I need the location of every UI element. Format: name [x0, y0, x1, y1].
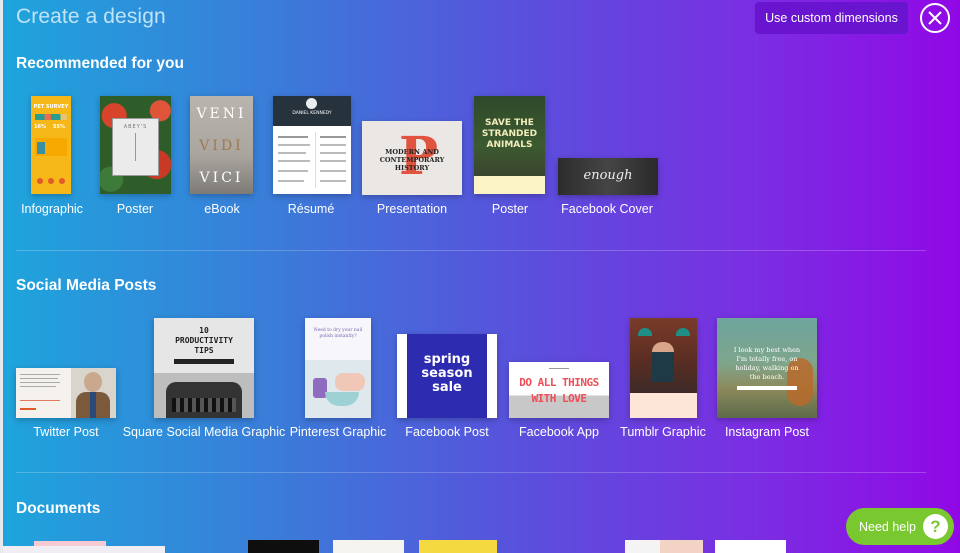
section-divider	[16, 250, 926, 251]
use-custom-dimensions-button[interactable]: Use custom dimensions	[755, 2, 908, 34]
thumb-text: enough	[583, 168, 633, 183]
instagram-thumbnail: I look my best when I'm totally free, on…	[717, 318, 817, 418]
design-item-label: Facebook Cover	[561, 202, 653, 216]
design-item-label: Poster	[116, 202, 154, 216]
thumb-text: VICI	[199, 170, 244, 186]
document-thumbnail[interactable]	[419, 540, 497, 553]
thumb-stat: 55%	[53, 124, 65, 130]
pinterest-thumbnail: Need to dry your nail polish instantly?	[305, 318, 371, 418]
thumb-text: Need to dry your nail polish instantly?	[313, 328, 363, 339]
close-button[interactable]	[920, 3, 950, 33]
thumb-text: sale	[432, 380, 462, 395]
section-title-recommended: Recommended for you	[16, 55, 184, 72]
thumb-text: ANIMALS	[486, 140, 533, 150]
poster-thumbnail: ABEY'S	[100, 96, 171, 194]
section-divider	[16, 472, 926, 473]
document-thumbnail[interactable]	[715, 540, 786, 553]
thumb-text: DANIEL KENNEDY	[292, 111, 332, 116]
section-title-social-media: Social Media Posts	[16, 277, 157, 294]
design-item-label: Square Social Media Graphic	[122, 425, 286, 439]
twitter-post-thumbnail	[16, 368, 116, 418]
document-thumbnail[interactable]	[333, 540, 404, 553]
section-title-documents: Documents	[16, 500, 101, 517]
need-help-button[interactable]: Need help ?	[846, 508, 954, 545]
facebook-app-thumbnail: DO ALL THINGS WITH LOVE	[509, 362, 609, 418]
design-item-label: Twitter Post	[33, 425, 99, 439]
thumb-text: STRANDED	[481, 129, 538, 139]
tumblr-thumbnail	[630, 318, 697, 418]
thumb-text: CONTEMPORARY	[379, 156, 445, 164]
need-help-label: Need help	[859, 519, 916, 534]
infographic-thumbnail: PET SURVEY 16% 55%	[31, 96, 71, 194]
thumb-text: spring	[423, 352, 471, 367]
design-item-label: eBook	[204, 202, 240, 216]
page-title: Create a design	[16, 5, 166, 28]
design-item-label: Instagram Post	[724, 425, 810, 439]
facebook-cover-thumbnail: enough	[558, 158, 658, 195]
thumb-text: PET SURVEY	[33, 104, 69, 110]
square-social-thumbnail: 10 PRODUCTIVITY TIPS	[154, 318, 254, 418]
help-question-icon: ?	[923, 514, 948, 539]
design-item-label: Pinterest Graphic	[289, 425, 387, 439]
design-item-label: Poster	[491, 202, 529, 216]
close-icon	[928, 11, 942, 25]
thumb-text: DO ALL THINGS	[519, 376, 599, 389]
thumb-text: the beach.	[749, 373, 785, 381]
thumb-text: MODERN AND	[385, 148, 439, 156]
thumb-text: ABEY'S	[123, 124, 148, 130]
ebook-thumbnail: VENI VIDI VICI	[190, 96, 253, 194]
thumb-text: PRODUCTIVITY	[175, 336, 233, 345]
poster-thumbnail: SAVE THE STRANDED ANIMALS	[474, 96, 545, 194]
thumb-text: VENI	[196, 106, 247, 122]
design-item-label: Infographic	[21, 202, 83, 216]
design-item-label: Facebook Post	[405, 425, 489, 439]
facebook-post-thumbnail: spring season sale	[397, 334, 497, 418]
thumb-text: I look my best when	[733, 346, 801, 354]
thumb-stat: 16%	[34, 124, 46, 130]
thumb-text: holiday, walking on	[735, 364, 799, 372]
document-thumbnail[interactable]	[625, 540, 703, 553]
thumb-text: I'm totally free, on	[736, 355, 798, 363]
window-edge	[0, 0, 3, 553]
design-item-label: Tumblr Graphic	[620, 425, 706, 439]
design-item-label: Résumé	[287, 202, 335, 216]
thumb-text: WITH LOVE	[531, 392, 587, 405]
document-thumbnail[interactable]	[3, 546, 165, 553]
thumb-text: SAVE THE	[485, 118, 534, 128]
resume-thumbnail: DANIEL KENNEDY	[273, 96, 351, 194]
thumb-text: VIDI	[199, 138, 244, 154]
presentation-thumbnail: P MODERN AND CONTEMPORARY HISTORY	[362, 121, 462, 195]
design-item-label: Presentation	[376, 202, 448, 216]
document-thumbnail[interactable]	[248, 540, 319, 553]
thumb-text: TIPS	[194, 346, 214, 355]
design-item-label: Facebook App	[519, 425, 599, 439]
thumb-text: season	[421, 366, 473, 381]
thumb-text: HISTORY	[394, 164, 430, 172]
thumb-text: 10	[199, 326, 209, 335]
